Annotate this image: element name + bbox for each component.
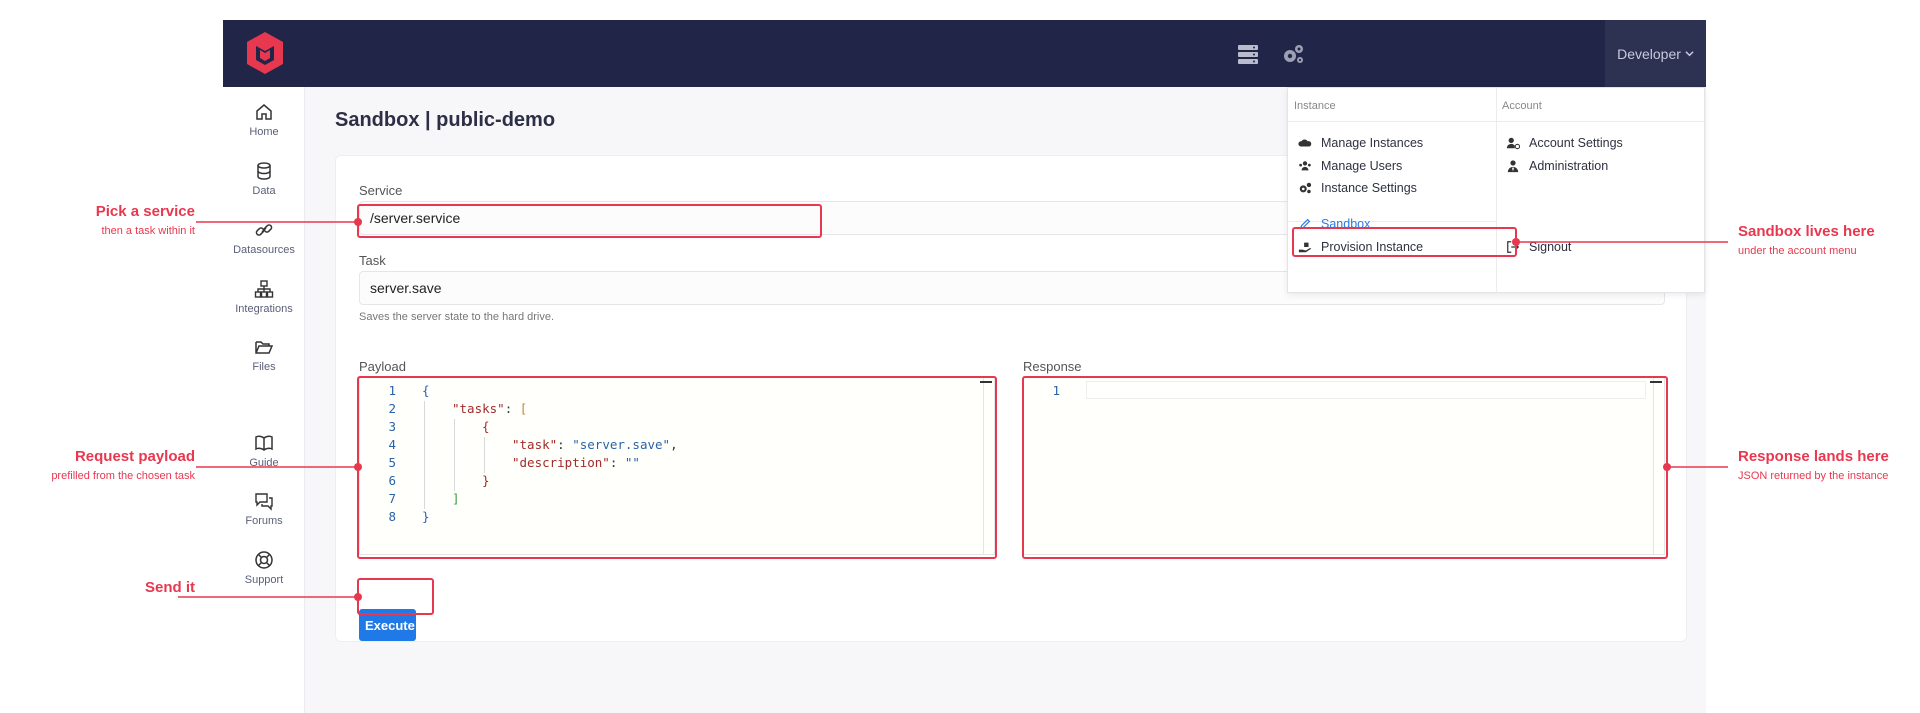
- callout-response-title: Response lands here: [1738, 448, 1889, 465]
- callout-service-sub: then a task within it: [101, 225, 195, 237]
- app-logo-icon[interactable]: [245, 30, 285, 76]
- sandbox-highlight: [1292, 227, 1517, 257]
- life-ring-icon: [255, 551, 273, 569]
- sidebar: Home Data Datasources Integrations Files…: [223, 87, 305, 713]
- chevron-down-icon: [1685, 51, 1694, 57]
- sidebar-item-home[interactable]: Home: [223, 102, 305, 138]
- sidebar-item-datasources[interactable]: Datasources: [223, 220, 305, 256]
- comments-icon: [255, 493, 273, 511]
- users-icon: [1299, 161, 1311, 171]
- menu-item-instance-settings[interactable]: Instance Settings: [1298, 178, 1417, 198]
- user-cog-icon: [1506, 137, 1520, 150]
- sidebar-item-label: Datasources: [233, 244, 295, 256]
- response-label: Response: [1023, 359, 1082, 374]
- home-icon: [256, 104, 272, 120]
- server-stack-icon[interactable]: [1236, 42, 1260, 66]
- menu-item-label: Account Settings: [1529, 136, 1623, 150]
- task-label: Task: [359, 253, 386, 268]
- menu-item-administration[interactable]: Administration: [1506, 156, 1608, 176]
- menu-item-manage-users[interactable]: Manage Users: [1298, 156, 1402, 176]
- menu-item-account-settings[interactable]: Account Settings: [1506, 133, 1623, 153]
- page-title: Sandbox | public-demo: [335, 109, 556, 131]
- sidebar-item-support[interactable]: Support: [223, 550, 305, 586]
- user-menu-label: Developer: [1617, 45, 1681, 62]
- response-highlight: [1022, 376, 1668, 559]
- menu-item-label: Manage Users: [1321, 159, 1403, 173]
- user-tie-icon: [1507, 160, 1519, 173]
- service-highlight: [357, 204, 822, 238]
- top-navbar: Developer: [223, 20, 1706, 87]
- payload-label: Payload: [359, 359, 406, 374]
- menu-item-label: Instance Settings: [1321, 181, 1417, 195]
- folder-open-icon: [255, 341, 274, 354]
- callout-sandbox-title: Sandbox lives here: [1738, 223, 1875, 240]
- sidebar-item-integrations[interactable]: Integrations: [223, 279, 305, 315]
- callout-payload-sub: prefilled from the chosen task: [51, 470, 195, 482]
- gears-icon[interactable]: [1281, 42, 1305, 66]
- menu-item-label: Manage Instances: [1321, 136, 1424, 150]
- clouds-icon: [1298, 139, 1312, 147]
- user-menu-toggle[interactable]: Developer: [1605, 20, 1706, 87]
- payload-highlight: [357, 376, 997, 559]
- sidebar-item-label: Files: [252, 361, 276, 373]
- task-hint: Saves the server state to the hard drive…: [359, 311, 555, 323]
- execute-highlight: [357, 578, 434, 615]
- menu-item-label: Administration: [1529, 159, 1609, 173]
- menu-divider: [1288, 121, 1706, 122]
- sidebar-item-data[interactable]: Data: [223, 161, 305, 197]
- sidebar-item-label: Guide: [249, 457, 279, 469]
- book-open-icon: [255, 435, 273, 451]
- sidebar-item-label: Forums: [245, 515, 283, 527]
- sidebar-item-label: Data: [252, 185, 276, 197]
- sidebar-item-label: Home: [249, 126, 279, 138]
- callout-sandbox-sub: under the account menu: [1738, 245, 1857, 257]
- menu-item-manage-instances[interactable]: Manage Instances: [1298, 133, 1423, 153]
- menu-divider: [1496, 88, 1497, 294]
- database-icon: [257, 162, 271, 180]
- sidebar-item-label: Support: [244, 574, 284, 586]
- sidebar-item-label: Integrations: [235, 303, 293, 315]
- task-select-value: server.save: [370, 280, 442, 296]
- account-dropdown-menu: Instance Account Manage Instances Manage…: [1287, 87, 1706, 294]
- service-label: Service: [359, 183, 403, 198]
- callout-send-title: Send it: [144, 579, 195, 596]
- sidebar-item-guide[interactable]: Guide: [223, 433, 305, 469]
- callout-payload-title: Request payload: [74, 448, 195, 465]
- sidebar-item-forums[interactable]: Forums: [223, 491, 305, 527]
- gears-icon: [1299, 182, 1312, 194]
- sidebar-item-files[interactable]: Files: [223, 337, 305, 373]
- instance-section-header: Instance: [1294, 100, 1336, 112]
- menu-item-label: Signout: [1529, 240, 1572, 254]
- account-section-header: Account: [1502, 100, 1542, 112]
- sitemap-icon: [254, 280, 274, 298]
- link-icon: [255, 224, 273, 236]
- callout-service-title: Pick a service: [95, 203, 195, 220]
- callout-response-sub: JSON returned by the instance: [1738, 470, 1889, 482]
